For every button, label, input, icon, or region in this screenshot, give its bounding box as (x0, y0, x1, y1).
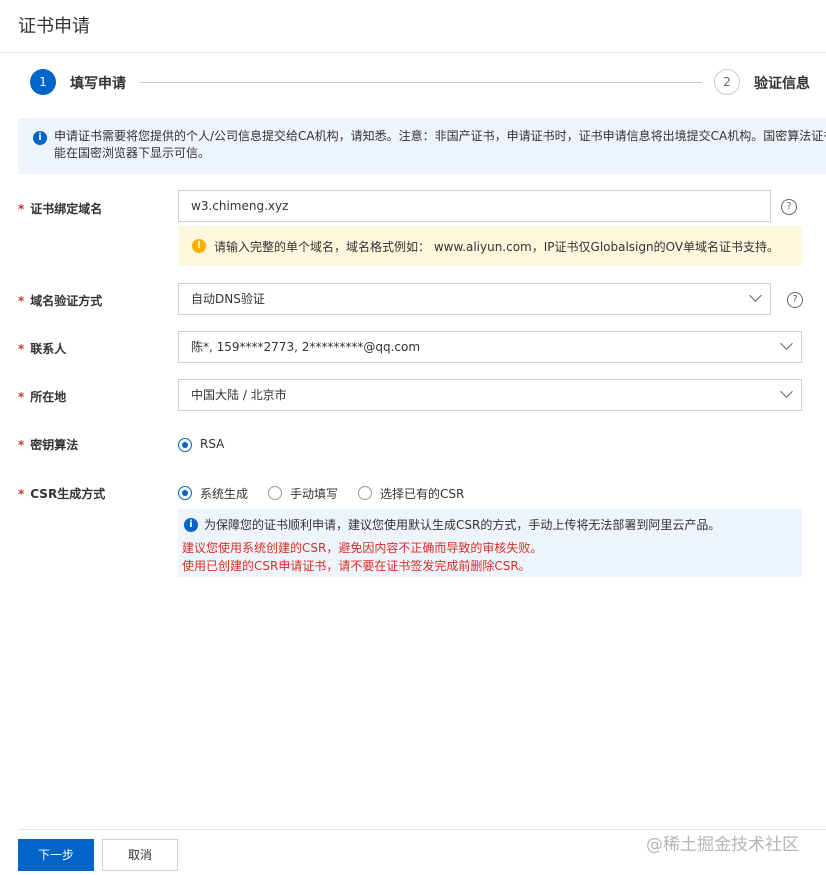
step-2-number: 2 (714, 69, 740, 95)
cancel-button[interactable]: 取消 (102, 839, 178, 871)
required-mark: * (18, 294, 25, 308)
chevron-down-icon (749, 289, 762, 302)
csr-warning-1: 建议您使用系统创建的CSR，避免因内容不正确而导致的审核失败。 (182, 541, 543, 555)
csr-info-text: 为保障您的证书顺利申请，建议您使用默认生成CSR的方式，手动上传将无法部署到阿里… (204, 518, 721, 532)
domain-label: * 证书绑定域名 (18, 202, 103, 216)
required-mark: * (18, 342, 25, 356)
verify-method-value: 自动DNS验证 (191, 292, 265, 306)
domain-hint-text: 请输入完整的单个域名，域名格式例如： www.aliyun.com，IP证书仅G… (214, 240, 780, 254)
page-title: 证书申请 (18, 16, 90, 37)
location-select[interactable]: 中国大陆 / 北京市 (178, 379, 802, 411)
csr-info-box: i 为保障您的证书顺利申请，建议您使用默认生成CSR的方式，手动上传将无法部署到… (178, 509, 802, 577)
radio-csr-system[interactable] (178, 486, 192, 500)
header: 证书申请 (0, 0, 826, 53)
step-connector (140, 82, 702, 83)
radio-csr-existing-label[interactable]: 选择已有的CSR (380, 485, 464, 502)
contact-select[interactable]: 陈*, 159****2773, 2*********@qq.com (178, 331, 802, 363)
notice-text: 申请证书需要将您提供的个人/公司信息提交给CA机构，请知悉。注意：非国产证书，申… (54, 129, 826, 160)
watermark: @稀土掘金技术社区 (646, 835, 799, 855)
key-algorithm-label: * 密钥算法 (18, 438, 79, 452)
required-mark: * (18, 202, 25, 216)
notice-banner: i 申请证书需要将您提供的个人/公司信息提交给CA机构，请知悉。注意：非国产证书… (18, 118, 826, 174)
chevron-down-icon (780, 337, 793, 350)
info-icon: i (184, 518, 198, 532)
csr-warning-2: 使用已创建的CSR申请证书，请不要在证书签发完成前删除CSR。 (182, 559, 531, 573)
next-button[interactable]: 下一步 (18, 839, 94, 871)
domain-input[interactable]: w3.chimeng.xyz (178, 190, 771, 222)
step-1-label: 填写申请 (70, 76, 126, 92)
step-2-label: 验证信息 (754, 76, 810, 92)
help-icon[interactable]: ? (781, 199, 797, 215)
required-mark: * (18, 487, 25, 501)
domain-hint-box: ! 请输入完整的单个域名，域名格式例如： www.aliyun.com，IP证书… (178, 226, 802, 266)
csr-label: * CSR生成方式 (18, 487, 106, 501)
warning-icon: ! (192, 239, 206, 253)
required-mark: * (18, 438, 25, 452)
radio-csr-existing[interactable] (358, 486, 372, 500)
radio-rsa[interactable] (178, 438, 192, 452)
radio-csr-system-label[interactable]: 系统生成 (200, 485, 248, 502)
location-label: * 所在地 (18, 390, 67, 404)
required-mark: * (18, 390, 25, 404)
verify-method-select[interactable]: 自动DNS验证 (178, 283, 771, 315)
contact-value: 陈*, 159****2773, 2*********@qq.com (191, 340, 421, 354)
location-value: 中国大陆 / 北京市 (191, 388, 287, 402)
step-1-number: 1 (30, 69, 56, 95)
radio-csr-manual-label[interactable]: 手动填写 (290, 485, 338, 502)
step-indicator: 1 填写申请 2 验证信息 (0, 53, 826, 115)
contact-label: * 联系人 (18, 342, 67, 356)
radio-csr-manual[interactable] (268, 486, 282, 500)
info-icon: i (33, 131, 47, 145)
help-icon[interactable]: ? (787, 292, 803, 308)
chevron-down-icon (780, 385, 793, 398)
verify-method-label: * 域名验证方式 (18, 294, 103, 308)
radio-rsa-label[interactable]: RSA (200, 437, 224, 451)
